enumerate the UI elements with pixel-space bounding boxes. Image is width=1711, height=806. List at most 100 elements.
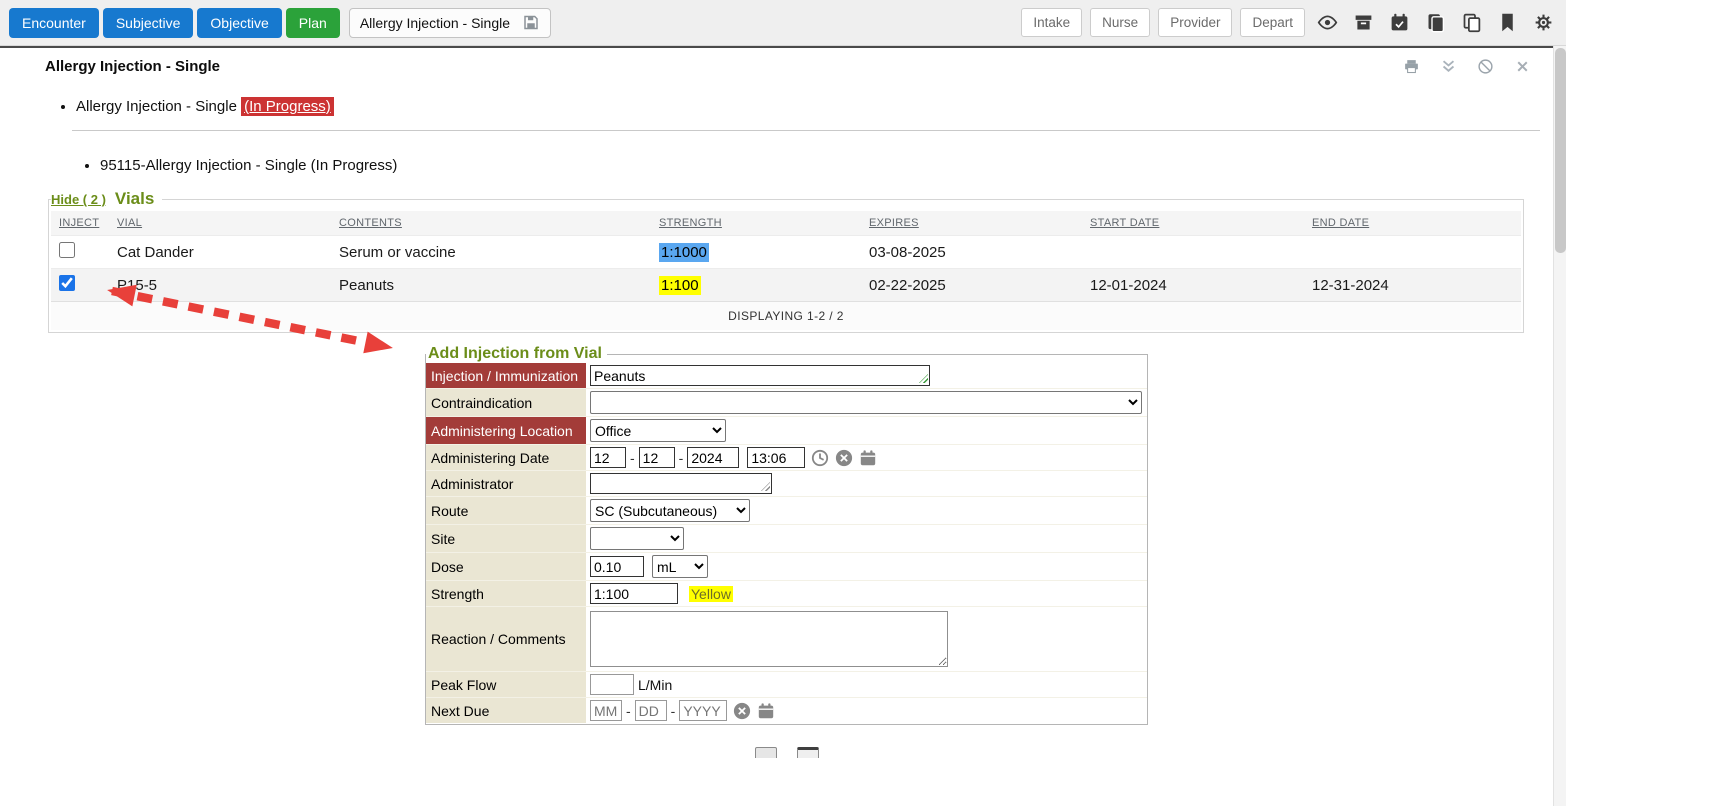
nav-objective-button[interactable]: Objective	[197, 8, 281, 38]
inject-cell	[51, 236, 109, 269]
strength-label: Strength	[426, 581, 586, 606]
start-date-cell: 12-01-2024	[1082, 269, 1304, 302]
admin-date-month-input[interactable]	[590, 447, 626, 468]
inject-checkbox[interactable]	[59, 242, 75, 258]
top-toolbar: Encounter Subjective Objective Plan Alle…	[0, 0, 1566, 46]
inject-checkbox[interactable]	[59, 275, 75, 291]
open-form-tab[interactable]: Allergy Injection - Single	[349, 8, 551, 38]
status-badge[interactable]: (In Progress)	[241, 97, 334, 116]
close-icon[interactable]	[1512, 56, 1532, 76]
printer-icon[interactable]	[1401, 56, 1421, 76]
peak-flow-input[interactable]	[590, 674, 634, 695]
panel-header: Allergy Injection - Single	[0, 48, 1566, 80]
add-injection-title: Add Injection from Vial	[426, 345, 607, 363]
contraindication-label: Contraindication	[426, 389, 586, 416]
inject-cell	[51, 269, 109, 302]
peak-flow-units: L/Min	[638, 677, 672, 693]
col-vial[interactable]: VIAL	[109, 211, 331, 236]
next-due-day-input[interactable]	[635, 700, 667, 721]
disable-icon[interactable]	[1475, 56, 1495, 76]
clear-next-due-icon[interactable]	[733, 702, 751, 720]
contents-cell: Peanuts	[331, 269, 651, 302]
save-icon[interactable]	[522, 14, 540, 32]
calendar-icon[interactable]	[859, 449, 877, 467]
form-page: Allergy Injection - Single Allergy Injec…	[0, 46, 1566, 758]
vial-cell: Cat Dander	[109, 236, 331, 269]
hide-vials-link[interactable]: Hide ( 2 )	[51, 192, 106, 207]
vials-title: Vials	[115, 189, 154, 209]
tab-label: Allergy Injection - Single	[360, 15, 510, 31]
status-divider	[72, 130, 1540, 131]
nav-encounter-button[interactable]: Encounter	[9, 8, 99, 38]
archive-box-icon[interactable]	[1350, 9, 1377, 36]
eye-icon[interactable]	[1314, 9, 1341, 36]
partially-visible-buttons	[425, 747, 1148, 758]
clock-icon[interactable]	[811, 449, 829, 467]
copy-icon[interactable]	[1458, 9, 1485, 36]
contents-cell: Serum or vaccine	[331, 236, 651, 269]
next-due-calendar-icon[interactable]	[757, 702, 775, 720]
partial-button[interactable]	[755, 747, 777, 758]
route-select[interactable]: SC (Subcutaneous)	[590, 499, 750, 522]
nurse-button[interactable]: Nurse	[1090, 8, 1150, 37]
next-due-year-input[interactable]	[679, 700, 727, 721]
injection-input-wrap	[590, 365, 930, 386]
col-expires[interactable]: EXPIRES	[861, 211, 1082, 236]
next-due-month-input[interactable]	[590, 700, 622, 721]
scrollbar-thumb[interactable]	[1555, 48, 1566, 253]
app-window: Encounter Subjective Objective Plan Alle…	[0, 0, 1566, 806]
intake-button[interactable]: Intake	[1021, 8, 1082, 37]
vials-section: Hide ( 2 ) Vials INJECT VIAL CONTENTS ST…	[48, 189, 1524, 333]
vial-cell: P15-5	[109, 269, 331, 302]
provider-button[interactable]: Provider	[1158, 8, 1232, 37]
strength-cell: 1:100	[651, 269, 861, 302]
bookmark-icon[interactable]	[1494, 9, 1521, 36]
col-inject[interactable]: INJECT	[51, 211, 109, 236]
depart-button[interactable]: Depart	[1240, 8, 1305, 37]
administrator-input[interactable]	[590, 473, 772, 494]
col-contents[interactable]: CONTENTS	[331, 211, 651, 236]
admin-date-day-input[interactable]	[639, 447, 675, 468]
dose-input[interactable]	[590, 556, 644, 577]
admin-date-year-input[interactable]	[687, 447, 739, 468]
date-separator: -	[626, 703, 631, 719]
partial-button[interactable]	[797, 747, 819, 758]
strength-input[interactable]	[590, 583, 678, 604]
end-date-cell: 12-31-2024	[1304, 269, 1521, 302]
gears-icon[interactable]	[1530, 9, 1557, 36]
strength-highlight: 1:100	[659, 276, 701, 295]
strength-cell: 1:1000	[651, 236, 861, 269]
site-row: Site	[426, 524, 1147, 552]
col-start-date[interactable]: START DATE	[1082, 211, 1304, 236]
reaction-textarea[interactable]	[590, 611, 948, 667]
site-select[interactable]	[590, 527, 684, 550]
col-strength[interactable]: STRENGTH	[651, 211, 861, 236]
injection-input[interactable]	[590, 365, 930, 386]
calendar-check-icon[interactable]	[1386, 9, 1413, 36]
date-separator: -	[679, 450, 684, 466]
next-due-label: Next Due	[426, 698, 586, 723]
clear-date-icon[interactable]	[835, 449, 853, 467]
injection-label: Injection / Immunization	[426, 363, 586, 388]
administering-date-row: Administering Date --	[426, 444, 1147, 470]
journals-icon[interactable]	[1422, 9, 1449, 36]
peak-flow-label: Peak Flow	[426, 672, 586, 697]
col-end-date[interactable]: END DATE	[1304, 211, 1521, 236]
status-sublist: 95115-Allergy Injection - Single (In Pro…	[0, 156, 1566, 176]
admin-time-input[interactable]	[747, 447, 805, 468]
administrator-row: Administrator	[426, 470, 1147, 496]
route-label: Route	[426, 497, 586, 524]
status-list: Allergy Injection - Single (In Progress)	[0, 97, 1566, 117]
dose-unit-select[interactable]: mL	[652, 555, 708, 578]
dose-row: Dose mL	[426, 552, 1147, 580]
administering-location-select[interactable]: Office	[590, 419, 726, 442]
reaction-label: Reaction / Comments	[426, 607, 586, 671]
collapse-all-icon[interactable]	[1438, 56, 1458, 76]
nav-plan-button[interactable]: Plan	[286, 8, 340, 38]
contraindication-select[interactable]	[590, 391, 1142, 414]
vials-table: INJECT VIAL CONTENTS STRENGTH EXPIRES ST…	[51, 211, 1521, 301]
site-label: Site	[426, 525, 586, 552]
vials-header-row: INJECT VIAL CONTENTS STRENGTH EXPIRES ST…	[51, 211, 1521, 236]
vertical-scrollbar[interactable]	[1553, 46, 1566, 806]
nav-subjective-button[interactable]: Subjective	[103, 8, 194, 38]
